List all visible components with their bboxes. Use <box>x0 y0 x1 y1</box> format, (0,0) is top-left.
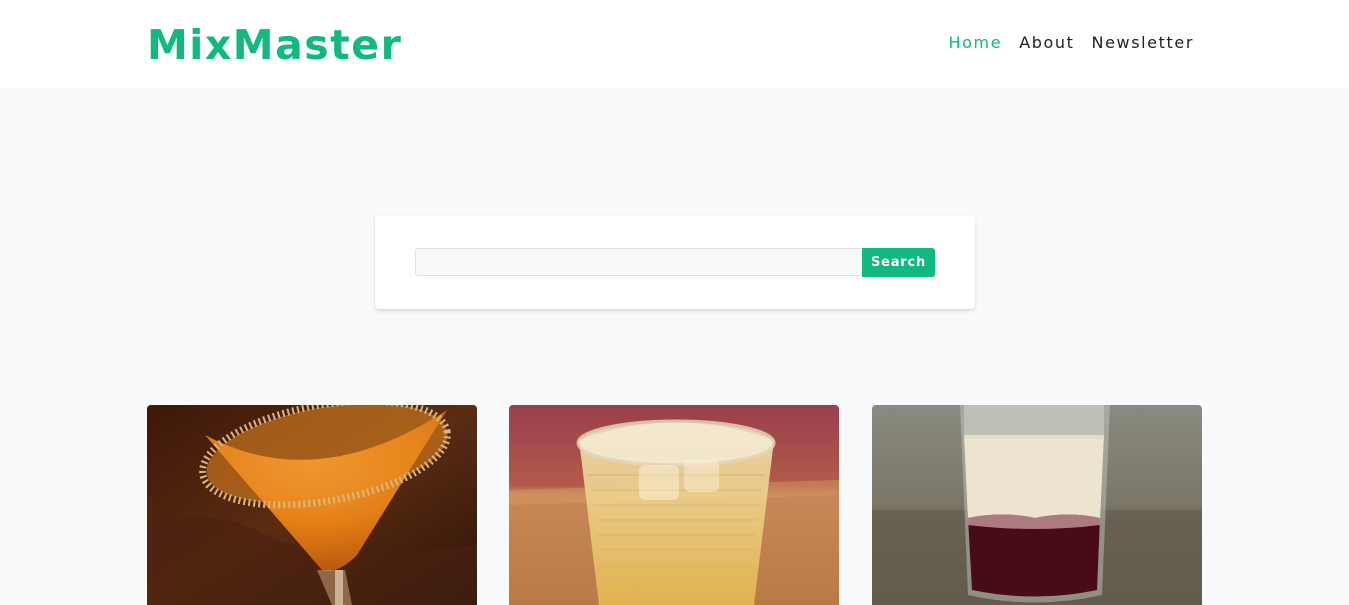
site-header: MixMaster Home About Newsletter <box>0 0 1349 88</box>
search-button[interactable]: Search <box>862 248 935 277</box>
brand-logo[interactable]: MixMaster <box>147 20 402 70</box>
nav-about-link[interactable]: About <box>1019 33 1074 53</box>
nav-home-link[interactable]: Home <box>949 33 1003 53</box>
search-input[interactable] <box>415 248 862 276</box>
nav-newsletter-link[interactable]: Newsletter <box>1092 33 1195 53</box>
main-nav: Home About Newsletter <box>949 33 1194 53</box>
cocktail-card-1[interactable] <box>147 405 477 605</box>
amber-rocks-drink-image <box>509 405 839 605</box>
orange-martini-image <box>147 405 477 605</box>
layered-shot-image <box>872 405 1202 605</box>
search-form-card: Search <box>375 216 975 309</box>
cocktail-card-2[interactable] <box>509 405 839 605</box>
cocktail-card-3[interactable] <box>872 405 1202 605</box>
